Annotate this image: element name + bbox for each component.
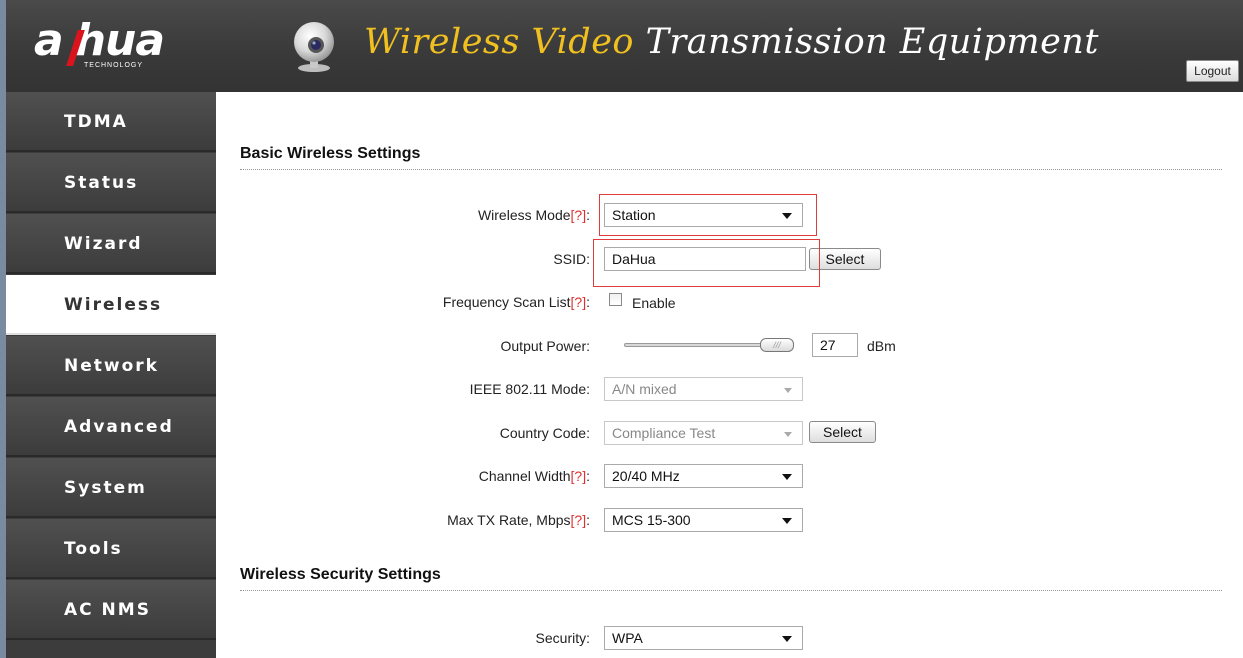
main-content: Basic Wireless Settings Wireless Mode[?]… bbox=[216, 92, 1243, 658]
channel-width-label: Channel Width[?]: bbox=[478, 468, 590, 484]
security-select[interactable]: WPA bbox=[604, 626, 803, 650]
output-power-slider-handle[interactable]: /// bbox=[760, 338, 794, 352]
dahua-logo: a hua TECHNOLOGY bbox=[34, 16, 204, 72]
sidebar-item-network[interactable]: Network bbox=[6, 336, 216, 396]
max-tx-rate-label: Max TX Rate, Mbps[?]: bbox=[447, 512, 590, 528]
header-title-rest: Transmission Equipment bbox=[634, 22, 1099, 62]
country-code-select-button[interactable]: Select bbox=[809, 421, 876, 443]
page-header-title: Wireless Video Transmission Equipment bbox=[364, 22, 1099, 62]
chevron-down-icon bbox=[782, 518, 792, 524]
sidebar-nav: TDMA Status Wizard Wireless Network Adva… bbox=[0, 92, 216, 658]
output-power-label: Output Power: bbox=[500, 338, 591, 354]
frequency-scan-list-label-text: Frequency Scan List bbox=[442, 294, 571, 310]
security-value: WPA bbox=[612, 630, 643, 646]
sidebar-item-system[interactable]: System bbox=[6, 458, 216, 518]
max-tx-rate-help-link[interactable]: [?] bbox=[571, 512, 587, 528]
max-tx-rate-label-text: Max TX Rate, Mbps bbox=[447, 512, 571, 528]
frequency-scan-list-help-link[interactable]: [?] bbox=[571, 294, 587, 310]
ieee-mode-value: A/N mixed bbox=[612, 381, 677, 397]
ieee-mode-select: A/N mixed bbox=[604, 377, 803, 401]
country-code-select: Compliance Test bbox=[604, 421, 803, 445]
logo-subtitle: TECHNOLOGY bbox=[84, 62, 144, 69]
frequency-scan-enable-checkbox[interactable] bbox=[609, 293, 622, 306]
output-power-input[interactable]: 27 bbox=[812, 333, 858, 357]
chevron-down-icon bbox=[782, 636, 792, 642]
frequency-scan-list-label: Frequency Scan List[?]: bbox=[442, 294, 590, 310]
wireless-mode-label: Wireless Mode[?]: bbox=[477, 207, 590, 223]
logout-button[interactable]: Logout bbox=[1186, 60, 1239, 82]
channel-width-select[interactable]: 20/40 MHz bbox=[604, 464, 803, 488]
header-bar: a hua TECHNOLOGY Wireless Video Transmiss… bbox=[0, 0, 1243, 92]
sidebar-item-tdma[interactable]: TDMA bbox=[6, 92, 216, 152]
ieee-mode-label: IEEE 802.11 Mode: bbox=[469, 381, 590, 397]
output-power-unit: dBm bbox=[867, 338, 896, 354]
sidebar-item-ac-nms[interactable]: AC NMS bbox=[6, 580, 216, 640]
chevron-down-icon bbox=[782, 474, 792, 480]
sidebar-item-wizard[interactable]: Wizard bbox=[6, 214, 216, 274]
country-code-value: Compliance Test bbox=[612, 425, 716, 441]
channel-width-value: 20/40 MHz bbox=[612, 468, 680, 484]
frequency-scan-enable-label: Enable bbox=[632, 295, 676, 311]
security-label: Security: bbox=[535, 630, 590, 646]
sidebar-item-tools[interactable]: Tools bbox=[6, 519, 216, 579]
header-title-accent: Wireless Video bbox=[364, 22, 634, 62]
chevron-down-icon bbox=[784, 432, 792, 437]
basic-wireless-heading: Basic Wireless Settings bbox=[240, 145, 1222, 170]
sidebar-item-advanced[interactable]: Advanced bbox=[6, 397, 216, 457]
wireless-security-heading: Wireless Security Settings bbox=[240, 566, 1222, 591]
channel-width-label-text: Channel Width bbox=[478, 468, 571, 484]
max-tx-rate-select[interactable]: MCS 15-300 bbox=[604, 508, 803, 532]
country-code-label: Country Code: bbox=[499, 425, 590, 441]
webcam-icon bbox=[294, 22, 334, 72]
ssid-highlight-box bbox=[593, 239, 820, 287]
ssid-label: SSID: bbox=[553, 251, 590, 267]
logo-word-right: hua bbox=[74, 15, 165, 66]
channel-width-help-link[interactable]: [?] bbox=[571, 468, 587, 484]
sidebar-item-wireless[interactable]: Wireless bbox=[6, 275, 216, 335]
logo-word-left: a bbox=[34, 15, 64, 66]
wireless-mode-highlight-box bbox=[599, 194, 817, 236]
sidebar-item-status[interactable]: Status bbox=[6, 153, 216, 213]
chevron-down-icon bbox=[784, 388, 792, 393]
wireless-mode-help-link[interactable]: [?] bbox=[571, 207, 587, 223]
max-tx-rate-value: MCS 15-300 bbox=[612, 512, 691, 528]
wireless-mode-label-text: Wireless Mode bbox=[477, 207, 571, 223]
